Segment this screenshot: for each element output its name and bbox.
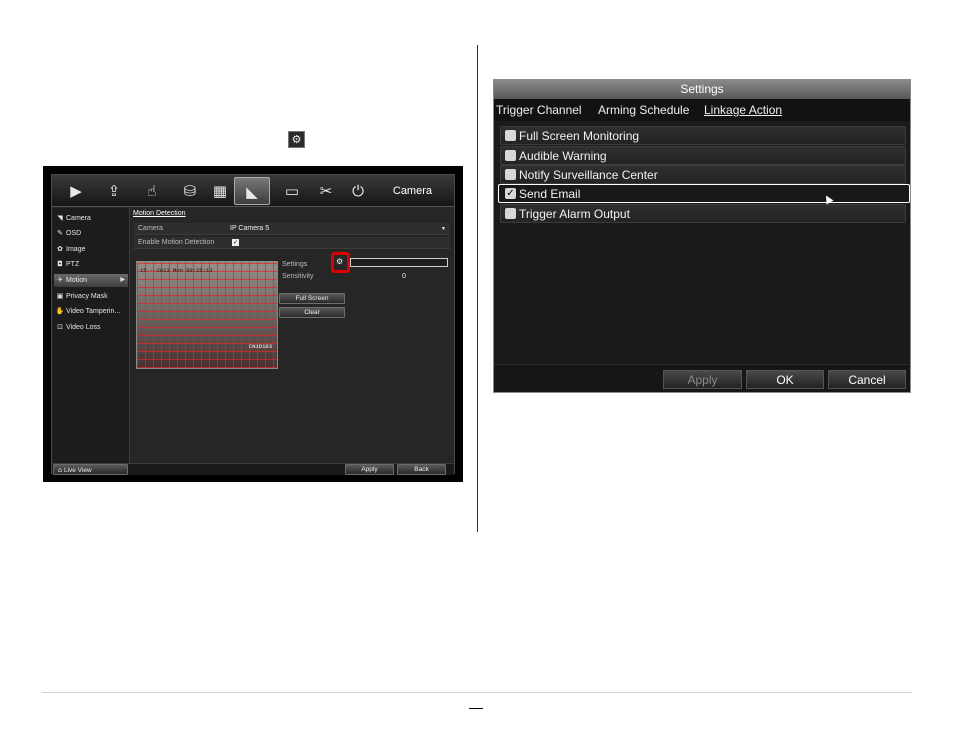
sidebar-item-video-loss[interactable]: ⊡ Video Loss xyxy=(54,321,128,334)
settings-dialog: Settings Trigger Channel Arming Schedule… xyxy=(493,79,911,393)
list-item-full-screen-monitoring[interactable]: Full Screen Monitoring xyxy=(500,126,906,145)
motion-detection-screenshot: ▶ ⇪ ☝ ⛁ ▦ ◣ ▭ ✂ ⏻ Camera ◥ Camera ✎ OSD ✿ I… xyxy=(43,166,463,482)
sidebar-item-camera[interactable]: ◥ Camera xyxy=(54,212,128,225)
tab-linkage-action[interactable]: Linkage Action xyxy=(704,102,782,118)
tab-trigger-channel[interactable]: Trigger Channel xyxy=(496,102,582,118)
video-timestamp: 15-·-2013 Mon 09:25:13 xyxy=(140,267,213,274)
chevron-right-icon: ▶ xyxy=(120,277,125,283)
live-view-button[interactable]: ⌂ Live View xyxy=(53,464,128,475)
privacy-mask-icon: ▣ xyxy=(56,292,64,300)
image-icon: ✿ xyxy=(57,245,63,253)
dvr-window: ▶ ⇪ ☝ ⛁ ▦ ◣ ▭ ✂ ⏻ Camera ◥ Camera ✎ OSD ✿ I… xyxy=(51,174,455,475)
video-loss-icon: ⊡ xyxy=(57,323,63,331)
list-item-send-email[interactable]: ✓ Send Email xyxy=(498,184,910,203)
list-item-audible-warning[interactable]: Audible Warning xyxy=(500,146,906,165)
full-screen-monitoring-checkbox[interactable] xyxy=(505,130,516,141)
tab-arming-schedule[interactable]: Arming Schedule xyxy=(598,102,689,118)
record-icon[interactable]: ▦ xyxy=(202,177,238,205)
toolbar-title: Camera xyxy=(392,185,432,197)
dialog-footer: Apply OK Cancel xyxy=(494,364,910,392)
sidebar-item-video-tampering[interactable]: ✋ Video Tamperin... xyxy=(54,305,128,318)
settings-label: Settings xyxy=(282,261,308,268)
notify-surveillance-center-checkbox[interactable] xyxy=(505,169,516,180)
home-icon: ⌂ xyxy=(58,466,63,474)
camera-select[interactable]: IP Camera 5 xyxy=(230,224,269,234)
apply-button[interactable]: Apply xyxy=(345,464,394,475)
enable-motion-detection-label: Enable Motion Detection xyxy=(138,239,215,246)
shutdown-icon[interactable]: ⏻ xyxy=(340,177,376,205)
sidebar-item-privacy-mask[interactable]: ▣ Privacy Mask xyxy=(54,290,128,303)
apply-button[interactable]: Apply xyxy=(663,370,742,389)
audible-warning-checkbox[interactable] xyxy=(505,150,516,161)
back-button[interactable]: Back xyxy=(397,464,446,475)
sidebar-item-osd[interactable]: ✎ OSD xyxy=(54,227,128,240)
trigger-alarm-output-checkbox[interactable] xyxy=(505,208,516,219)
list-item-notify-surveillance-center[interactable]: Notify Surveillance Center xyxy=(500,165,906,184)
settings-gear-highlight[interactable]: ⚙ xyxy=(331,252,350,273)
camera-row: Camera IP Camera 5 ▼ xyxy=(134,223,450,235)
manual-icon[interactable]: ☝ xyxy=(134,177,170,205)
camera-icon: ◥ xyxy=(57,214,63,222)
gear-icon[interactable]: ⚙ xyxy=(336,257,343,267)
ok-button[interactable]: OK xyxy=(746,370,824,389)
video-camera-name: CN1D103 xyxy=(248,343,272,350)
tab-motion-detection[interactable]: Motion Detection xyxy=(133,209,186,219)
manual-page: ⚙ ▶ ⇪ ☝ ⛁ ▦ ◣ ▭ ✂ ⏻ Camera ◥ Camera ✎ OSD … xyxy=(0,0,954,737)
ptz-icon: ◘ xyxy=(57,260,63,268)
maintenance-icon[interactable]: ✂ xyxy=(308,177,344,205)
cancel-button[interactable]: Cancel xyxy=(828,370,906,389)
sidebar-item-motion[interactable]: ✈ Motion ▶ xyxy=(54,274,128,287)
list-item-trigger-alarm-output[interactable]: Trigger Alarm Output xyxy=(500,204,906,223)
osd-icon: ✎ xyxy=(57,229,63,237)
sidebar-item-image[interactable]: ✿ Image xyxy=(54,243,128,256)
main-toolbar: ▶ ⇪ ☝ ⛁ ▦ ◣ ▭ ✂ ⏻ Camera xyxy=(52,175,454,207)
sensitivity-value[interactable]: 0 xyxy=(402,272,406,282)
sensitivity-label: Sensitivity xyxy=(282,273,314,280)
configuration-icon[interactable]: ▭ xyxy=(274,177,310,205)
bottom-bar: ⌂ Live View Apply Back xyxy=(52,463,454,475)
dialog-title: Settings xyxy=(494,80,910,99)
camera-label: Camera xyxy=(138,225,163,232)
video-tampering-icon: ✋ xyxy=(55,307,65,315)
enable-row: Enable Motion Detection ✓ xyxy=(134,237,450,249)
sidebar-item-ptz[interactable]: ◘ PTZ xyxy=(54,258,128,271)
chevron-down-icon[interactable]: ▼ xyxy=(441,224,446,234)
play-icon[interactable]: ▶ xyxy=(58,177,94,205)
enable-motion-detection-checkbox[interactable]: ✓ xyxy=(232,239,239,246)
export-icon[interactable]: ⇪ xyxy=(96,177,132,205)
sidebar: ◥ Camera ✎ OSD ✿ Image ◘ PTZ ✈ Motion ▶ ▣ Priva… xyxy=(52,208,130,463)
page-number-mark xyxy=(469,708,483,709)
motion-area-preview[interactable]: 15-·-2013 Mon 09:25:13 CN1D103 xyxy=(136,261,278,369)
send-email-checkbox[interactable]: ✓ xyxy=(505,188,516,199)
column-divider xyxy=(477,45,478,532)
camera-icon[interactable]: ◣ xyxy=(234,177,270,205)
settings-field[interactable] xyxy=(350,258,448,267)
dialog-tabs: Trigger Channel Arming Schedule Linkage … xyxy=(494,99,910,121)
motion-icon: ✈ xyxy=(57,276,63,284)
clear-button[interactable]: Clear xyxy=(279,307,345,318)
full-screen-button[interactable]: Full Screen xyxy=(279,293,345,304)
gear-icon: ⚙ xyxy=(288,131,305,148)
footer-rule xyxy=(42,692,912,693)
